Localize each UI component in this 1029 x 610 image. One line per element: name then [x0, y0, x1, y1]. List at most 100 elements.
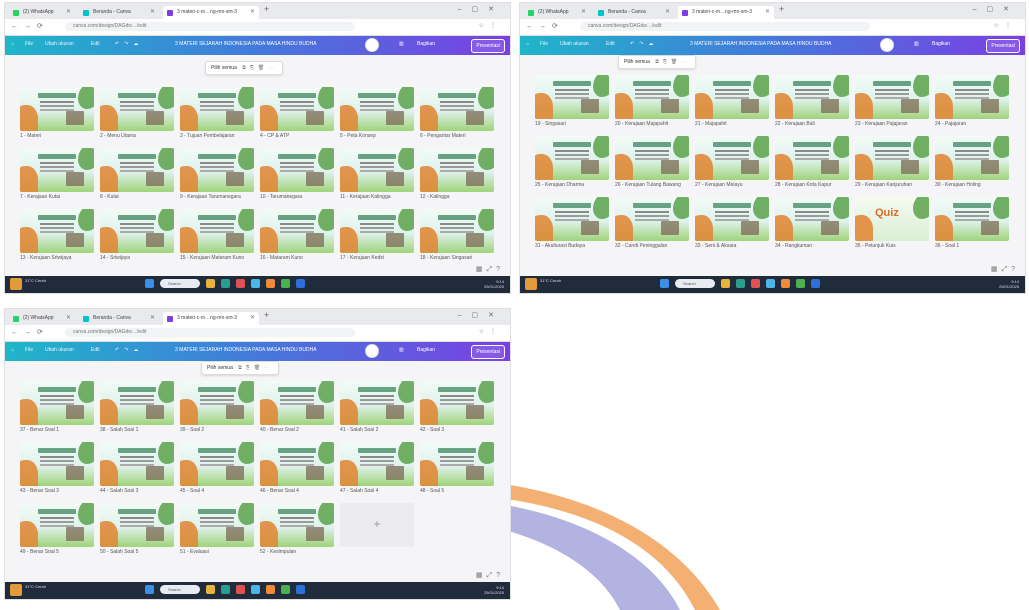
avatar[interactable]: [365, 344, 379, 358]
slide-thumbnail[interactable]: 34 - Rangkuman: [775, 197, 849, 258]
avatar[interactable]: [365, 38, 379, 52]
slide-thumbnail[interactable]: 7 - Kerajaan Kutai: [20, 148, 94, 209]
weather-icon[interactable]: [10, 584, 22, 596]
slide-thumbnail[interactable]: 41 - Salah Soal 2: [340, 381, 414, 442]
slide-thumbnail[interactable]: 33 - Seni & Aksara: [695, 197, 769, 258]
undo-redo-icons[interactable]: ↶↷☁: [115, 41, 143, 47]
slide-thumbnail[interactable]: 10 - Tarumanegara: [260, 148, 334, 209]
slide-thumbnail[interactable]: 27 - Kerajaan Melayu: [695, 136, 769, 197]
slide-thumbnail[interactable]: 6 - Pengantar Materi: [420, 87, 494, 148]
app-icon[interactable]: [766, 279, 775, 288]
slide-thumbnail[interactable]: 39 - Soal 2: [180, 381, 254, 442]
slide-preview[interactable]: [20, 381, 94, 425]
slide-preview[interactable]: [535, 197, 609, 241]
slide-thumbnail[interactable]: 23 - Kerajaan Pajajaran: [855, 75, 929, 136]
file-explorer-icon[interactable]: [206, 585, 215, 594]
weather-icon[interactable]: [525, 278, 537, 290]
slide-preview[interactable]: [100, 209, 174, 253]
navigation-icons[interactable]: ←→⟳: [11, 22, 49, 30]
slide-thumbnail[interactable]: 37 - Benar Soal 1: [20, 381, 94, 442]
app-icon[interactable]: [236, 585, 245, 594]
slide-preview[interactable]: [775, 136, 849, 180]
app-icon[interactable]: [251, 279, 260, 288]
chart-icon[interactable]: ▥: [399, 347, 404, 353]
slide-preview[interactable]: [180, 209, 254, 253]
home-icon[interactable]: ⌂: [526, 41, 529, 47]
slide-preview[interactable]: [340, 148, 414, 192]
url-field[interactable]: canva.com/design/DAGdw…/edit: [65, 328, 355, 337]
slide-thumbnail[interactable]: 29 - Kerajaan Kanjuruhan: [855, 136, 929, 197]
slide-thumbnail[interactable]: 2 - Menu Utama: [100, 87, 174, 148]
slide-thumbnail[interactable]: 36 - Soal 1: [935, 197, 1009, 258]
share-button[interactable]: Bagikan: [417, 347, 435, 353]
close-icon[interactable]: ✕: [150, 6, 155, 19]
slide-preview[interactable]: [695, 197, 769, 241]
close-icon[interactable]: ✕: [765, 6, 770, 19]
close-icon[interactable]: ✕: [665, 6, 670, 19]
window-controls-icon[interactable]: –▢✕: [973, 5, 1019, 13]
slide-preview[interactable]: [935, 197, 1009, 241]
browser-tab-active[interactable]: 3 materi-c-m…ng-mn-sm-3 ✕: [678, 6, 774, 19]
word-icon[interactable]: [811, 279, 820, 288]
browser-tab-active[interactable]: 3 materi-c-m…ng-mn-sm-3 ✕: [163, 312, 259, 325]
close-icon[interactable]: ✕: [250, 6, 255, 19]
slide-preview[interactable]: [20, 442, 94, 486]
slide-thumbnail[interactable]: 48 - Soal 5: [420, 442, 494, 503]
select-all-button[interactable]: Pilih semua: [624, 59, 650, 65]
slide-thumbnail[interactable]: 20 - Kerajaan Majapahit: [615, 75, 689, 136]
undo-redo-icons[interactable]: ↶↷☁: [115, 347, 143, 353]
browser-tab[interactable]: (2) WhatsApp ✕: [524, 6, 590, 19]
slide-thumbnail[interactable]: Quiz 35 - Petunjuk Kuis: [855, 197, 929, 258]
windows-start-icon[interactable]: [145, 279, 154, 288]
browser-menu-icons[interactable]: ☆⋮: [479, 22, 502, 29]
home-icon[interactable]: ⌂: [11, 41, 14, 47]
menu-resize[interactable]: Ubah ukuran: [45, 41, 74, 47]
design-title[interactable]: 3 MATERI SEJARAH INDONESIA PADA MASA HIN…: [175, 41, 317, 47]
selection-action-icons[interactable]: ⧉⎘🗑⋯: [238, 365, 273, 371]
slide-thumbnail[interactable]: 47 - Salah Soal 4: [340, 442, 414, 503]
present-button[interactable]: Presentasi: [986, 39, 1020, 53]
slide-preview[interactable]: [260, 87, 334, 131]
taskbar-search[interactable]: Search: [160, 279, 200, 288]
blank-slide[interactable]: +: [340, 503, 414, 547]
selection-action-icons[interactable]: ⧉⎘🗑⋯: [242, 65, 277, 71]
window-controls-icon[interactable]: –▢✕: [458, 5, 504, 13]
slide-thumbnail[interactable]: 31 - Akulturasi Budaya: [535, 197, 609, 258]
slide-thumbnail[interactable]: 9 - Kerajaan Tarumanegara: [180, 148, 254, 209]
slide-thumbnail[interactable]: 15 - Kerajaan Mataram Kuno: [180, 209, 254, 270]
slide-preview[interactable]: [420, 381, 494, 425]
slide-preview[interactable]: [180, 87, 254, 131]
slide-thumbnail[interactable]: 5 - Peta Konsep: [340, 87, 414, 148]
menu-edit[interactable]: Edit: [606, 41, 615, 47]
slide-preview[interactable]: [340, 381, 414, 425]
slide-preview[interactable]: [260, 503, 334, 547]
close-icon[interactable]: ✕: [250, 312, 255, 325]
menu-edit[interactable]: Edit: [91, 41, 100, 47]
app-icon[interactable]: [251, 585, 260, 594]
menu-resize[interactable]: Ubah ukuran: [45, 347, 74, 353]
slide-preview[interactable]: [180, 148, 254, 192]
slide-thumbnail[interactable]: 19 - Singasari: [535, 75, 609, 136]
slide-thumbnail[interactable]: 26 - Kerajaan Tulang Bawang: [615, 136, 689, 197]
browser-tab[interactable]: Beranda - Canva ✕: [79, 6, 159, 19]
slide-thumbnail[interactable]: 18 - Kerajaan Singasari: [420, 209, 494, 270]
design-title[interactable]: 3 MATERI SEJARAH INDONESIA PADA MASA HIN…: [690, 41, 832, 47]
file-explorer-icon[interactable]: [206, 279, 215, 288]
slide-thumbnail[interactable]: 12 - Kalingga: [420, 148, 494, 209]
slide-preview[interactable]: [20, 209, 94, 253]
slide-preview[interactable]: [100, 442, 174, 486]
slide-thumbnail[interactable]: 21 - Majapahit: [695, 75, 769, 136]
slide-preview[interactable]: [695, 136, 769, 180]
slide-thumbnail[interactable]: 1 - Materi: [20, 87, 94, 148]
edge-icon[interactable]: [736, 279, 745, 288]
view-controls-icons[interactable]: ▦⤢?: [991, 265, 1019, 274]
slide-thumbnail[interactable]: 24 - Pajajaran: [935, 75, 1009, 136]
slide-preview[interactable]: [935, 136, 1009, 180]
windows-start-icon[interactable]: [145, 585, 154, 594]
slide-preview[interactable]: [180, 503, 254, 547]
select-all-button[interactable]: Pilih semua: [211, 65, 237, 71]
slide-preview[interactable]: [420, 442, 494, 486]
slide-preview[interactable]: [20, 503, 94, 547]
close-icon[interactable]: ✕: [581, 6, 586, 19]
slide-thumbnail[interactable]: 49 - Benar Soal 5: [20, 503, 94, 564]
